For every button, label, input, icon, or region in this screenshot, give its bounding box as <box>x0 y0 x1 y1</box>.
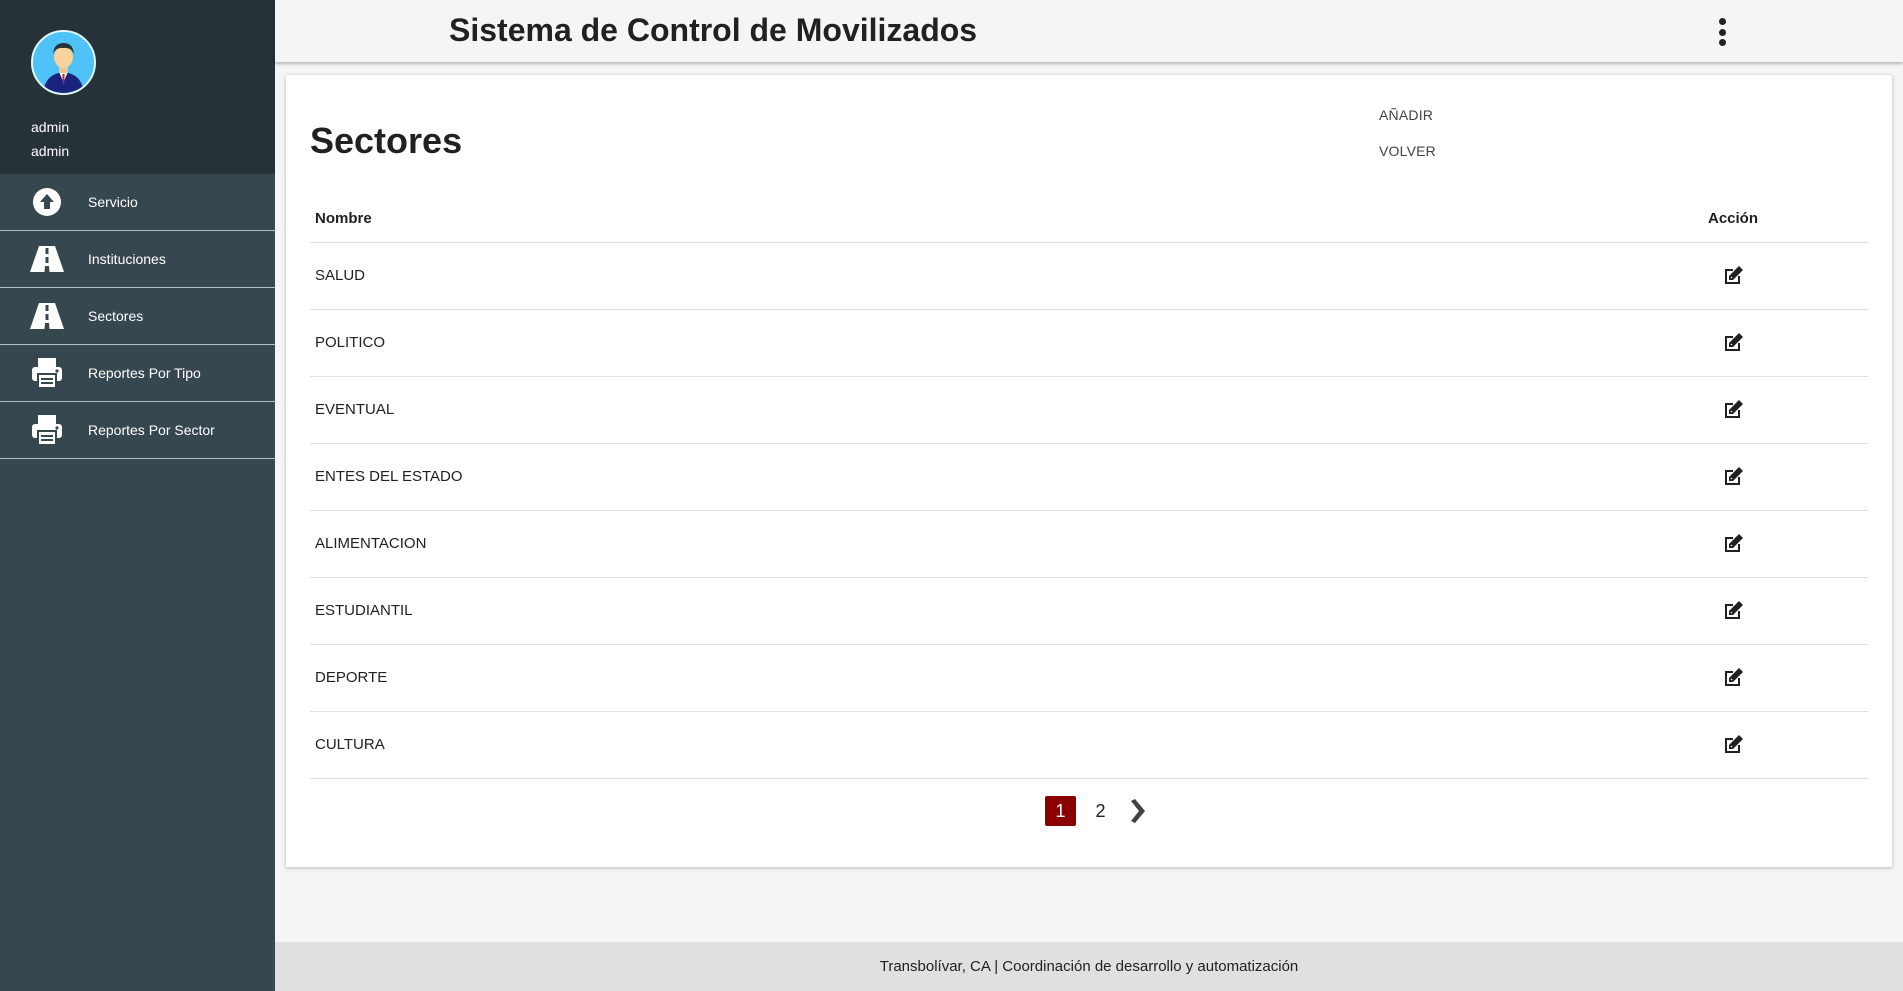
back-button[interactable]: VOLVER <box>1379 143 1436 159</box>
upload-circle-icon <box>30 185 64 219</box>
edit-icon[interactable] <box>1721 666 1745 690</box>
table-row: CULTURA <box>310 711 1868 779</box>
sidebar: admin admin Servicio Instituciones Secto… <box>0 0 275 991</box>
table-row: EVENTUAL <box>310 376 1868 444</box>
sidebar-item-sectores[interactable]: Sectores <box>0 288 275 345</box>
table-row: DEPORTE <box>310 644 1868 712</box>
column-header-action: Acción <box>1598 195 1868 243</box>
table-row: ENTES DEL ESTADO <box>310 443 1868 511</box>
sector-name-cell: CULTURA <box>310 711 1598 779</box>
dot <box>1718 28 1726 36</box>
page-2-button[interactable]: 2 <box>1085 796 1116 826</box>
sector-name-cell: POLITICO <box>310 309 1598 377</box>
content-card: Sectores AÑADIR VOLVER Nombre Acción SAL… <box>286 75 1892 867</box>
column-header-name: Nombre <box>310 195 1598 243</box>
sidebar-item-servicio[interactable]: Servicio <box>0 174 275 231</box>
action-cell <box>1598 309 1868 377</box>
user-role: admin <box>31 143 70 159</box>
sidebar-item-label: Reportes Por Tipo <box>88 365 201 381</box>
sector-name-cell: ESTUDIANTIL <box>310 577 1598 645</box>
table-row: ALIMENTACION <box>310 510 1868 578</box>
road-icon <box>30 299 64 333</box>
sidebar-item-label: Reportes Por Sector <box>88 422 215 438</box>
action-cell <box>1598 644 1868 712</box>
printer-icon <box>30 413 64 447</box>
avatar[interactable] <box>31 30 96 95</box>
table-body: SALUD POLITICO EVENTUAL ENTES DEL ESTADO ALI… <box>310 242 1868 779</box>
action-cell <box>1598 242 1868 310</box>
user-panel: admin admin <box>0 0 275 174</box>
sector-name-cell: DEPORTE <box>310 644 1598 712</box>
chevron-right-icon[interactable] <box>1125 796 1149 826</box>
more-vert-icon[interactable] <box>1715 18 1729 46</box>
edit-icon[interactable] <box>1721 331 1745 355</box>
printer-icon <box>30 356 64 390</box>
edit-icon[interactable] <box>1721 532 1745 556</box>
action-cell <box>1598 443 1868 511</box>
action-cell <box>1598 577 1868 645</box>
edit-icon[interactable] <box>1721 465 1745 489</box>
edit-icon[interactable] <box>1721 599 1745 623</box>
sector-name-cell: ALIMENTACION <box>310 510 1598 578</box>
edit-icon[interactable] <box>1721 264 1745 288</box>
sidebar-nav: Servicio Instituciones Sectores Reportes… <box>0 174 275 459</box>
sector-name-cell: SALUD <box>310 242 1598 310</box>
table-row: ESTUDIANTIL <box>310 577 1868 645</box>
page-1-button[interactable]: 1 <box>1045 796 1076 826</box>
table-header-row: Nombre Acción <box>310 195 1868 243</box>
action-cell <box>1598 376 1868 444</box>
add-button[interactable]: AÑADIR <box>1379 107 1433 123</box>
sidebar-item-label: Sectores <box>88 308 144 324</box>
sector-name-cell: EVENTUAL <box>310 376 1598 444</box>
page-title: Sectores <box>310 120 463 161</box>
table-row: POLITICO <box>310 309 1868 377</box>
app-title: Sistema de Control de Movilizados <box>449 12 978 48</box>
action-cell <box>1598 711 1868 779</box>
pagination: 1 2 <box>286 796 1892 826</box>
road-icon <box>30 242 64 276</box>
table-row: SALUD <box>310 242 1868 310</box>
edit-icon[interactable] <box>1721 398 1745 422</box>
footer: Transbolívar, CA | Coordinación de desar… <box>275 942 1903 991</box>
dot <box>1718 39 1726 46</box>
dot <box>1718 18 1726 25</box>
edit-icon[interactable] <box>1721 733 1745 757</box>
user-name: admin <box>31 119 70 135</box>
sidebar-item-label: Servicio <box>88 194 138 210</box>
footer-text: Transbolívar, CA | Coordinación de desar… <box>879 958 1299 975</box>
sidebar-item-label: Instituciones <box>88 251 166 267</box>
top-bar: Sistema de Control de Movilizados <box>275 0 1903 62</box>
user-avatar-icon <box>33 32 94 93</box>
sectors-table: Nombre Acción SALUD POLITICO EVENTUAL ENTES… <box>310 195 1868 779</box>
sidebar-item-reportes-por-tipo[interactable]: Reportes Por Tipo <box>0 345 275 402</box>
action-cell <box>1598 510 1868 578</box>
sidebar-item-reportes-por-sector[interactable]: Reportes Por Sector <box>0 402 275 459</box>
sidebar-item-instituciones[interactable]: Instituciones <box>0 231 275 288</box>
sector-name-cell: ENTES DEL ESTADO <box>310 443 1598 511</box>
